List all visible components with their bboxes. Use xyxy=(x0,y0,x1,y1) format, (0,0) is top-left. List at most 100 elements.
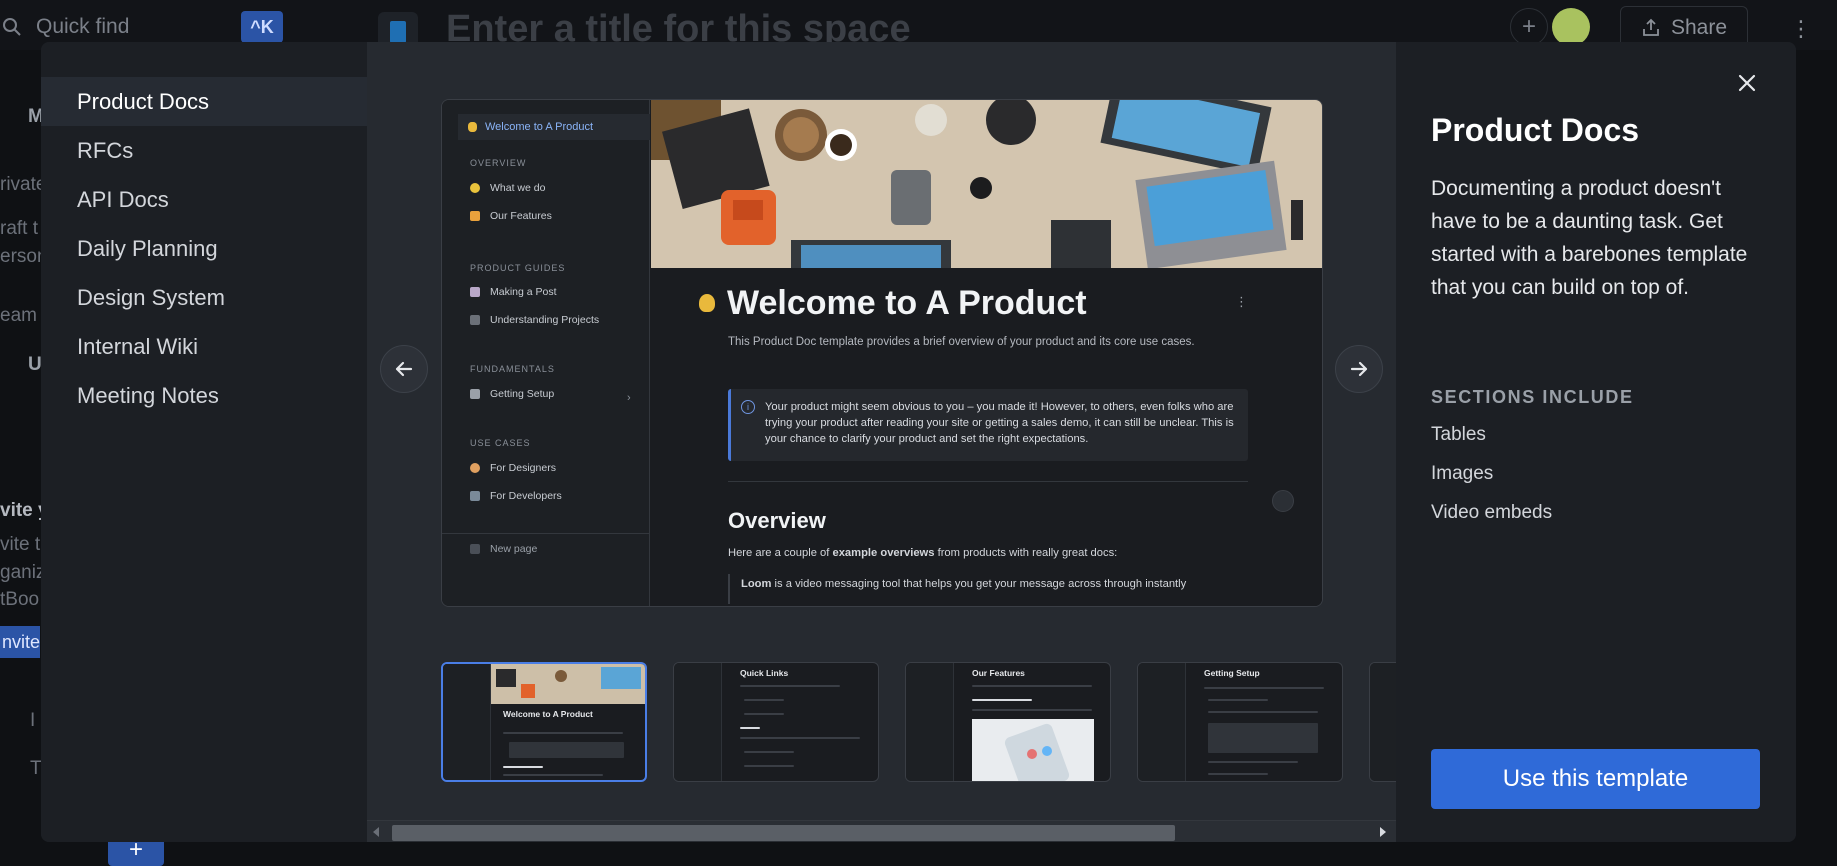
horizontal-scrollbar[interactable] xyxy=(367,820,1396,842)
divider xyxy=(728,481,1248,482)
text-line xyxy=(744,699,784,701)
preview-overview-heading: Overview xyxy=(728,508,826,533)
text-line xyxy=(744,765,794,767)
text-line xyxy=(503,766,543,768)
text-line xyxy=(740,737,860,739)
add-member-button[interactable]: + xyxy=(1510,8,1548,46)
wave-emoji-icon xyxy=(468,122,477,132)
bg-sidebar-fragment: I xyxy=(30,710,36,731)
bg-sidebar-fragment: U xyxy=(28,354,42,375)
preview-overview-text: Here are a couple of example overviews f… xyxy=(728,547,1117,559)
thumbnail-sidebar xyxy=(906,663,954,781)
thumbnail-title: Our Features xyxy=(972,668,1025,678)
preview-page-title: Welcome to A Product xyxy=(727,284,1087,322)
previous-slide-button[interactable] xyxy=(380,345,428,393)
desk-photo-image xyxy=(651,100,1322,268)
preview-callout: i Your product might seem obvious to you… xyxy=(728,389,1248,461)
text-fragment: is a video messaging tool that helps you… xyxy=(771,578,1187,590)
close-icon xyxy=(1738,74,1756,92)
text-line xyxy=(744,713,784,715)
more-options-icon: ⋮ xyxy=(1235,294,1248,309)
preview-section-title: PRODUCT GUIDES xyxy=(470,263,566,273)
preview-page-content: Welcome to A Product ⋮ This Product Doc … xyxy=(651,268,1322,606)
thumbnail-sidebar xyxy=(443,664,491,780)
template-item-meeting-notes[interactable]: Meeting Notes xyxy=(41,371,367,420)
bg-sidebar-fragment: ganiz xyxy=(0,562,46,583)
thumbnail-sidebar xyxy=(1370,663,1396,781)
preview-section-title: OVERVIEW xyxy=(470,158,527,168)
bulb-icon xyxy=(470,183,480,193)
quick-find-shortcut: ^K xyxy=(241,11,283,43)
preview-new-page: New page xyxy=(470,543,537,555)
bg-sidebar-fragment: tBoo xyxy=(0,589,40,610)
preview-item-label: Getting Setup xyxy=(490,388,555,400)
wave-emoji-icon xyxy=(699,294,715,312)
text-fragment: Here are a couple of xyxy=(728,547,833,559)
text-line xyxy=(1208,699,1268,701)
preview-sidebar-item: Making a Post xyxy=(470,286,557,298)
section-include-item: Tables xyxy=(1431,424,1486,445)
preview-sidebar-item: For Developers xyxy=(470,490,562,502)
template-item-api-docs[interactable]: API Docs xyxy=(41,175,367,224)
template-description: Documenting a product doesn't have to be… xyxy=(1431,177,1748,299)
template-item-daily-planning[interactable]: Daily Planning xyxy=(41,224,367,273)
arrow-right-icon xyxy=(1350,361,1368,377)
scroll-right-icon[interactable] xyxy=(1380,827,1386,837)
chevron-right-icon: › xyxy=(627,392,631,404)
scrollbar-thumb[interactable] xyxy=(392,825,1175,841)
thumbnail-phone-image xyxy=(972,719,1094,781)
template-picker-modal: Product Docs RFCs API Docs Daily Plannin… xyxy=(41,42,1796,842)
paperclip-icon xyxy=(470,315,480,325)
preview-item-label: For Developers xyxy=(490,490,562,502)
text-bold-fragment: example overviews xyxy=(832,547,935,559)
quick-find[interactable]: Quick find ^K xyxy=(0,10,283,44)
preview-section-title: USE CASES xyxy=(470,438,531,448)
sections-include-heading: SECTIONS INCLUDE xyxy=(1431,387,1634,407)
text-line xyxy=(972,709,1092,711)
post-icon xyxy=(470,287,480,297)
use-template-button[interactable]: Use this template xyxy=(1431,749,1760,809)
thumbnail-5[interactable] xyxy=(1369,662,1396,782)
thumbnail-title: Welcome to A Product xyxy=(503,709,593,719)
more-options-icon[interactable]: ⋮ xyxy=(1790,16,1812,42)
text-bold-fragment: Loom xyxy=(741,578,772,590)
close-button[interactable] xyxy=(1732,68,1762,98)
palette-icon xyxy=(470,463,480,473)
template-title: Product Docs xyxy=(1431,112,1640,148)
preview-hero-image xyxy=(651,100,1322,268)
arrow-left-icon xyxy=(395,361,413,377)
text-line xyxy=(503,774,603,776)
text-line xyxy=(1204,687,1324,689)
template-item-internal-wiki[interactable]: Internal Wiki xyxy=(41,322,367,371)
scroll-left-icon[interactable] xyxy=(373,827,379,837)
text-line xyxy=(744,751,794,753)
thumbnail-title: Quick Links xyxy=(740,668,789,678)
template-item-design-system[interactable]: Design System xyxy=(41,273,367,322)
preview-item-label: Our Features xyxy=(490,210,552,222)
text-line xyxy=(972,699,1032,701)
thumbnail-1[interactable]: Welcome to A Product xyxy=(441,662,647,782)
bg-sidebar-fragment: vite t xyxy=(0,534,41,555)
thumbnail-4[interactable]: Getting Setup xyxy=(1137,662,1343,782)
text-line xyxy=(972,685,1092,687)
text-line xyxy=(503,732,623,734)
thumbnail-hero-image xyxy=(491,664,645,704)
computer-icon xyxy=(470,491,480,501)
new-page-icon xyxy=(470,544,480,554)
template-item-rfcs[interactable]: RFCs xyxy=(41,126,367,175)
avatar[interactable] xyxy=(1552,8,1590,46)
preview-section-title: FUNDAMENTALS xyxy=(470,364,555,374)
preview-screenshot: Welcome to A Product OVERVIEW What we do… xyxy=(441,99,1323,607)
thumbnail-2[interactable]: Quick Links xyxy=(673,662,879,782)
callout-block xyxy=(509,742,624,758)
template-item-product-docs[interactable]: Product Docs xyxy=(41,77,367,126)
template-preview-pane: Welcome to A Product OVERVIEW What we do… xyxy=(367,42,1396,842)
text-line xyxy=(740,727,760,729)
tools-icon xyxy=(470,389,480,399)
next-slide-button[interactable] xyxy=(1335,345,1383,393)
bg-invite-button: nvite xyxy=(0,626,40,658)
thumbnail-3[interactable]: Our Features xyxy=(905,662,1111,782)
divider xyxy=(442,533,650,534)
preview-sidebar-item: What we do xyxy=(470,182,545,194)
bg-sidebar-fragment: rivate xyxy=(0,174,47,195)
